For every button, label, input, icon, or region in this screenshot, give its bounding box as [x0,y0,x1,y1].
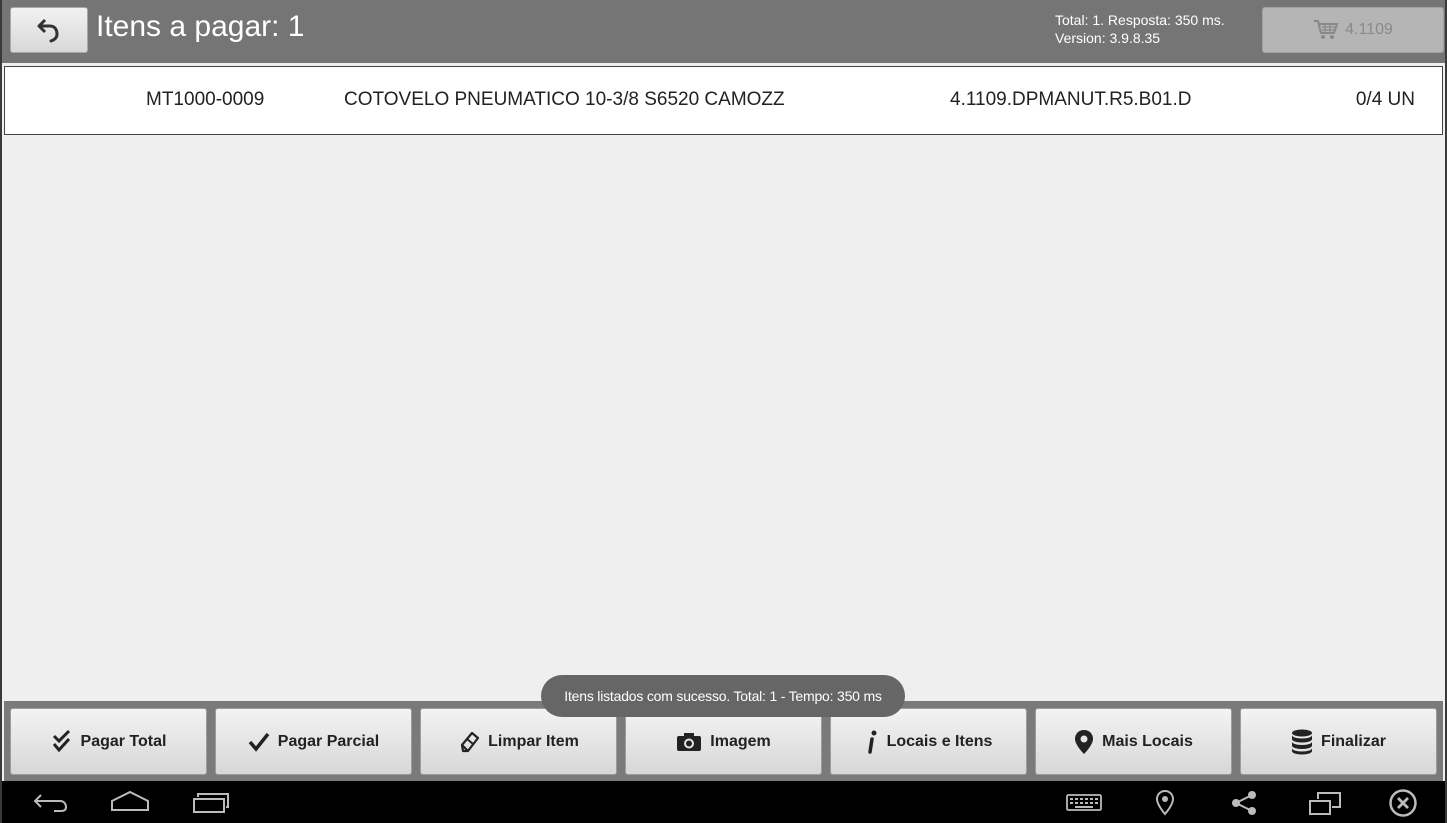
item-quantity: 0/4 UN [1355,89,1415,110]
finalize-label: Finalizar [1321,732,1386,750]
screen-icon[interactable] [1308,789,1342,817]
clear-item-button[interactable]: Limpar Item [420,708,617,775]
cart-button[interactable]: 4.1109 [1262,7,1444,53]
image-button[interactable]: Imagem [625,708,822,775]
more-locations-label: Mais Locais [1102,732,1193,750]
locations-items-label: Locais e Itens [886,732,993,750]
locations-items-button[interactable]: Locais e Itens [830,708,1027,775]
location-icon[interactable] [1154,789,1176,817]
pay-partial-label: Pagar Parcial [277,732,380,750]
undo-arrow-icon [37,18,59,43]
page-title: Itens a pagar: 1 [96,10,305,43]
pay-total-button[interactable]: Pagar Total [10,708,207,775]
list-item[interactable]: MT1000-0009 COTOVELO PNEUMATICO 10-3/8 S… [4,66,1443,135]
info-icon [867,730,877,754]
image-label: Imagem [710,732,771,750]
share-icon[interactable] [1230,789,1258,817]
clear-item-label: Limpar Item [488,732,579,750]
map-pin-icon [1075,729,1094,754]
keyboard-icon[interactable] [1066,789,1102,815]
version-info: Version: 3.9.8.35 [1055,30,1161,46]
finalize-button[interactable]: Finalizar [1240,708,1437,775]
check-icon [248,732,270,752]
item-location: 4.1109.DPMANUT.R5.B01.D [950,89,1192,110]
double-check-icon [52,729,70,752]
back-icon[interactable] [32,789,70,815]
home-icon[interactable] [110,789,150,815]
toast-message: Itens listados com sucesso. Total: 1 - T… [541,675,905,717]
pay-partial-button[interactable]: Pagar Parcial [215,708,412,775]
pay-total-label: Pagar Total [80,732,167,750]
cart-label: 4.1109 [1345,21,1393,38]
more-locations-button[interactable]: Mais Locais [1035,708,1232,775]
recent-apps-icon[interactable] [192,789,230,815]
eraser-icon [461,731,480,752]
cart-icon [1314,20,1339,39]
back-button[interactable] [10,7,88,53]
status-info: Total: 1. Resposta: 350 ms. Version: 3.9… [1055,11,1225,47]
item-code: MT1000-0009 [146,89,265,110]
item-description: COTOVELO PNEUMATICO 10-3/8 S6520 CAMOZZ [344,89,785,110]
response-info: Total: 1. Resposta: 350 ms. [1055,12,1225,28]
close-icon[interactable] [1388,788,1418,818]
database-icon [1292,729,1313,754]
system-nav-bar [2,781,1445,823]
header-bar: Itens a pagar: 1 Total: 1. Resposta: 350… [2,0,1445,63]
camera-icon [677,732,702,751]
